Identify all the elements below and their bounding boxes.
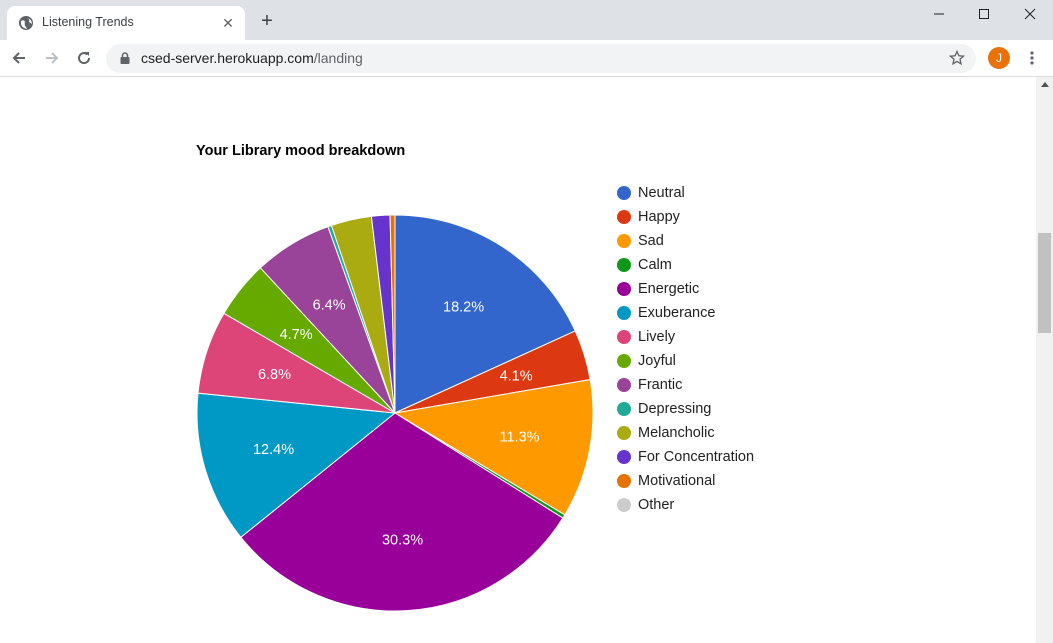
legend-item[interactable]: Lively [617,325,754,349]
legend-label: Motivational [638,473,716,489]
legend-label: Happy [638,209,680,225]
legend-label: Other [638,497,675,513]
legend-label: Calm [638,257,672,273]
legend-label: Energetic [638,281,700,297]
pie-data-label: 4.1% [500,369,533,385]
legend-item[interactable]: Neutral [617,181,754,205]
legend-label: Depressing [638,401,712,417]
legend-swatch [617,474,631,488]
scrollbar[interactable] [1036,77,1053,643]
legend-label: Lively [638,329,676,345]
legend-item[interactable]: Motivational [617,469,754,493]
pie-data-label: 4.7% [280,327,313,343]
legend-swatch [617,210,631,224]
legend-swatch [617,330,631,344]
pie-data-label: 11.3% [500,429,540,445]
chart-legend: Neutral Happy Sad Calm Energetic Exuberance Li… [617,181,754,517]
legend-label: Exuberance [638,305,716,321]
pie-data-label: 18.2% [443,299,484,315]
pie-data-label: 12.4% [253,442,294,458]
pie-data-label: 6.4% [313,298,346,314]
legend-swatch [617,258,631,272]
scrollbar-thumb[interactable] [1038,233,1051,333]
legend-item[interactable]: Joyful [617,349,754,373]
legend-label: Joyful [638,353,676,369]
legend-item[interactable]: Frantic [617,373,754,397]
legend-swatch [617,498,631,512]
pie-data-label: 30.3% [382,532,423,548]
legend-item[interactable]: Energetic [617,277,754,301]
legend-item[interactable]: Happy [617,205,754,229]
legend-label: For Concentration [638,449,755,465]
legend-item[interactable]: Depressing [617,397,754,421]
legend-label: Frantic [638,377,683,393]
pie-data-label: 6.8% [258,367,291,383]
legend-item[interactable]: Melancholic [617,421,754,445]
legend-label: Neutral [638,185,685,201]
legend-item[interactable]: Sad [617,229,754,253]
legend-swatch [617,450,631,464]
legend-swatch [617,378,631,392]
legend-swatch [617,354,631,368]
legend-swatch [617,282,631,296]
legend-label: Sad [638,233,664,249]
legend-item[interactable]: Exuberance [617,301,754,325]
legend-swatch [617,426,631,440]
legend-swatch [617,402,631,416]
pie-chart: 18.2% 4.1% 11.3% 30.3% 12.4% 6.8% 4.7%6.4% [196,214,594,612]
legend-item[interactable]: For Concentration [617,445,754,469]
legend-item[interactable]: Other [617,493,754,517]
scroll-up-arrow-icon[interactable] [1036,77,1053,92]
legend-swatch [617,186,631,200]
legend-item[interactable]: Calm [617,253,754,277]
legend-swatch [617,234,631,248]
legend-swatch [617,306,631,320]
legend-label: Melancholic [638,425,715,441]
